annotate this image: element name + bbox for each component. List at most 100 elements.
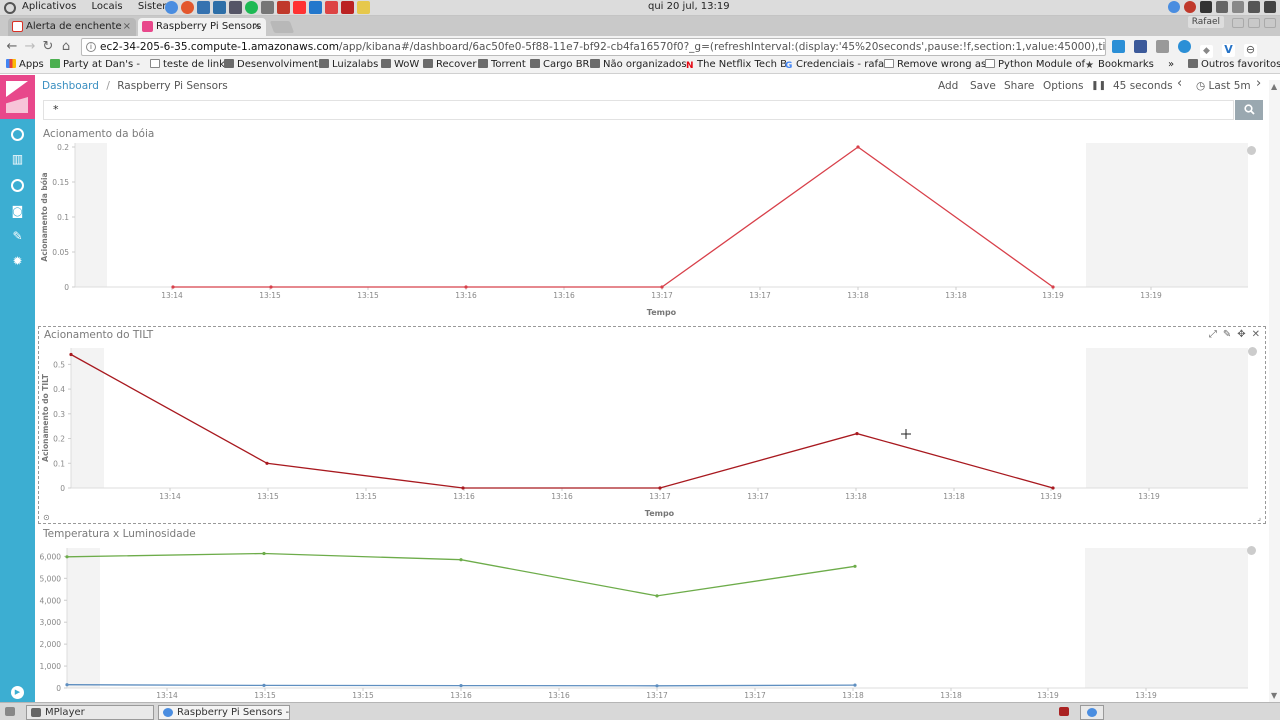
search-button[interactable] [1235, 100, 1263, 120]
minimize-icon[interactable] [1232, 18, 1244, 28]
time-prev-chevron[interactable]: ‹ [1177, 76, 1182, 91]
forward-icon[interactable]: → [22, 39, 38, 55]
app-launcher-icon[interactable] [357, 1, 370, 14]
bookmark-item[interactable]: Remove wrong as [884, 59, 986, 70]
legend-toggle-icon[interactable] [1247, 146, 1256, 155]
scroll-up-icon[interactable]: ▲ [1271, 82, 1277, 91]
discover-compass-icon[interactable] [11, 128, 24, 141]
legend-toggle-icon[interactable] [1247, 546, 1256, 555]
extension-icon[interactable] [1134, 40, 1147, 53]
bookmark-item[interactable]: Party at Dan's - [50, 59, 140, 70]
menu-places[interactable]: Locais [92, 1, 123, 12]
line-chart-temperatura[interactable]: 0 1,000 2,000 3,000 4,000 5,000 6,000 13:14 13:1… [38, 526, 1266, 702]
chrome-tray-icon[interactable] [1168, 1, 1180, 13]
profile-name[interactable]: Rafael [1187, 16, 1224, 28]
taskbar-mplayer[interactable]: MPlayer [26, 705, 154, 720]
extension-icon[interactable] [1178, 40, 1191, 53]
visualization-panel-tilt[interactable]: Acionamento do TILT ⤢ ✎ ✥ ✕ 0 0.1 0.2 0.3 0.4 0.… [38, 326, 1266, 524]
chrome-launcher-icon[interactable] [165, 1, 178, 14]
network-icon[interactable] [1232, 1, 1244, 13]
extension-icon[interactable] [1112, 40, 1125, 53]
app-launcher-icon[interactable] [293, 1, 306, 14]
vimeo-icon[interactable]: V [1222, 44, 1235, 57]
bookmark-folder[interactable]: Outros favoritos [1188, 59, 1280, 70]
power-icon[interactable] [1264, 1, 1276, 13]
extension-icon[interactable] [1156, 40, 1169, 53]
kibana-logo[interactable] [0, 75, 35, 119]
home-icon[interactable]: ⌂ [58, 39, 74, 55]
options-button[interactable]: Options [1043, 80, 1084, 92]
app-tray-icon[interactable] [1200, 1, 1212, 13]
new-tab-button[interactable] [269, 21, 295, 33]
page-scrollbar[interactable]: ▲ ▼ [1269, 80, 1280, 702]
extension-icon[interactable]: ◆ [1200, 45, 1213, 58]
more-bookmarks-chevron[interactable]: » [1168, 59, 1174, 70]
bookmark-item[interactable]: Apps [6, 59, 44, 70]
show-desktop-icon[interactable] [4, 705, 18, 720]
search-input[interactable]: * [43, 100, 1234, 120]
line-chart-tilt[interactable]: 0 0.1 0.2 0.3 0.4 0.5 13:14 13:15 13:15 13:16 13:1… [39, 327, 1265, 523]
scroll-down-icon[interactable]: ▼ [1271, 691, 1277, 700]
refresh-interval-button[interactable]: 45 seconds [1113, 80, 1173, 92]
bookmark-item[interactable]: teste de link [150, 59, 225, 70]
resize-corner-icon[interactable]: ⌟ [1257, 513, 1261, 522]
bookmark-folder[interactable]: Não organizados [590, 59, 687, 70]
app-tray-icon[interactable] [1184, 1, 1196, 13]
close-tab-icon[interactable]: × [253, 18, 261, 35]
app-tray-icon[interactable] [1216, 1, 1228, 13]
legend-toggle-icon[interactable] [1248, 347, 1257, 356]
bookmark-folder[interactable]: WoW [381, 59, 419, 70]
workspace-switcher[interactable] [1112, 705, 1272, 720]
bookmark-folder[interactable]: Desenvolvimento [224, 59, 324, 70]
pause-icon[interactable]: ❚❚ [1091, 81, 1106, 91]
app-launcher-icon[interactable] [229, 1, 242, 14]
save-button[interactable]: Save [970, 80, 996, 92]
close-tab-icon[interactable]: × [123, 18, 131, 35]
visualize-chart-icon[interactable]: ▥ [11, 153, 24, 166]
pocket-launcher-icon[interactable] [277, 1, 290, 14]
bookmark-folder[interactable]: Recover [423, 59, 476, 70]
app-launcher-icon[interactable] [341, 1, 354, 14]
app-launcher-icon[interactable] [197, 1, 210, 14]
share-button[interactable]: Share [1004, 80, 1034, 92]
collapse-sidebar-icon[interactable]: ▶ [11, 686, 24, 699]
timelion-shield-icon[interactable]: ◙ [11, 205, 24, 218]
app-launcher-icon[interactable] [213, 1, 226, 14]
management-gear-icon[interactable]: ✹ [11, 255, 24, 268]
visualization-panel-boia[interactable]: Acionamento da bóia 0 0.05 0.1 0.15 0.2 13:14… [38, 126, 1266, 324]
address-bar[interactable]: i ec2-34-205-6-35.compute-1.amazonaws.co… [81, 38, 1106, 56]
menu-applications[interactable]: Aplicativos [22, 1, 76, 12]
bookmark-folder[interactable]: Cargo BR [530, 59, 590, 70]
add-button[interactable]: Add [938, 80, 958, 92]
reload-icon[interactable]: ↻ [40, 39, 56, 55]
firefox-launcher-icon[interactable] [181, 1, 194, 14]
time-next-chevron[interactable]: › [1256, 76, 1261, 91]
clock[interactable]: qui 20 jul, 13:19 [648, 1, 730, 12]
bookmark-item[interactable]: N The Netflix Tech B [686, 59, 787, 71]
dev-tools-wrench-icon[interactable]: ✎ [11, 230, 24, 243]
spotify-launcher-icon[interactable] [245, 1, 258, 14]
back-icon[interactable]: ← [4, 39, 20, 55]
workspace-icon[interactable] [1056, 705, 1074, 720]
visualization-panel-temperatura[interactable]: Temperatura x Luminosidade 0 1,000 2,000 3,… [38, 526, 1266, 702]
breadcrumb-dashboard-link[interactable]: Dashboard [42, 80, 99, 92]
close-window-icon[interactable] [1264, 18, 1276, 28]
line-chart-boia[interactable]: 0 0.05 0.1 0.15 0.2 13:14 13:15 13:15 13:16 13:16… [38, 126, 1266, 324]
bookmark-folder[interactable]: Torrent [478, 59, 526, 70]
app-launcher-icon[interactable] [309, 1, 322, 14]
dashboard-gauge-icon[interactable] [11, 179, 24, 192]
resize-handle-icon[interactable]: ⊙ [43, 513, 50, 522]
app-launcher-icon[interactable] [261, 1, 274, 14]
extension-icon[interactable]: ⊖ [1244, 44, 1257, 57]
bookmark-item[interactable]: Python Module of [985, 59, 1085, 70]
volume-icon[interactable] [1248, 1, 1260, 13]
bookmark-folder[interactable]: Luizalabs [319, 59, 378, 70]
tab-raspberry[interactable]: Raspberry Pi Sensors × [138, 18, 266, 36]
bookmark-item[interactable]: G Credenciais - rafa [785, 59, 884, 71]
workspace-icon[interactable] [1080, 705, 1104, 720]
taskbar-chrome-window[interactable]: Raspberry Pi Sensors -... [158, 705, 290, 720]
time-picker-button[interactable]: ◷ Last 5m [1196, 80, 1251, 92]
maximize-icon[interactable] [1248, 18, 1260, 28]
bookmark-item[interactable]: ★ Bookmarks [1085, 59, 1154, 71]
system-menu-icon[interactable] [4, 2, 16, 14]
